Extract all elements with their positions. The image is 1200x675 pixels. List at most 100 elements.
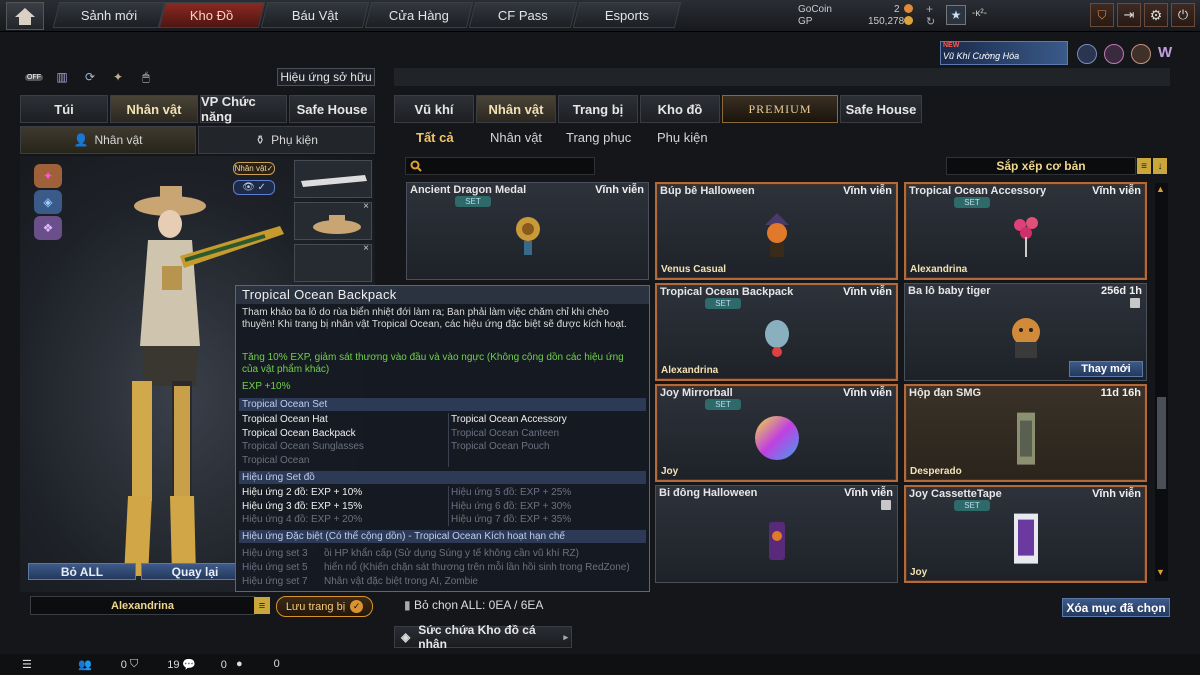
item-scrollbar[interactable]: ▲ ▼: [1155, 183, 1168, 581]
item-card[interactable]: Joy CassetteTape Vĩnh viễn SET Joy: [904, 485, 1147, 583]
item-card[interactable]: Búp bê Halloween Vĩnh viễn Venus Casual: [655, 182, 898, 280]
filter-nhan-vat[interactable]: Nhân vật: [490, 130, 542, 145]
rank-star-icon[interactable]: ★: [946, 5, 966, 25]
promo-banner[interactable]: NEW Vũ Khí Cường Hóa: [940, 41, 1068, 65]
left-tab-nhan-vat[interactable]: Nhân vật: [110, 95, 198, 123]
trash-icon[interactable]: [1130, 298, 1140, 308]
add-currency-icon[interactable]: +: [926, 2, 933, 16]
scroll-down-icon[interactable]: ▼: [1156, 567, 1165, 577]
search-input[interactable]: [405, 157, 595, 175]
character-icon: 👤: [73, 133, 89, 147]
clear-selected-button[interactable]: Xóa mục đã chọn: [1062, 598, 1170, 617]
sort-order-icon[interactable]: ↓: [1153, 158, 1167, 174]
toggle-off-icon[interactable]: OFF: [24, 67, 44, 87]
left-tab-safe-house[interactable]: Safe House: [289, 95, 375, 123]
owned-effects-button[interactable]: Hiệu ứng sở hữu: [277, 68, 375, 86]
item-name: Ba lô baby tiger: [908, 285, 991, 297]
set-item: Tropical Ocean Hat: [242, 414, 328, 425]
wolf-emblem-icon[interactable]: ✦: [34, 164, 62, 188]
save-loadout-button[interactable]: Lưu trang bị ✓: [276, 596, 373, 617]
menu-list-icon[interactable]: ☰: [22, 658, 32, 671]
rotate-view-icon[interactable]: ⟳: [80, 67, 100, 87]
nav-tab-kho-do[interactable]: Kho Đồ: [158, 2, 266, 28]
flower-accessory-icon: [1013, 217, 1038, 257]
search-icon: [410, 160, 422, 172]
trash-icon[interactable]: [881, 500, 891, 510]
refresh-icon[interactable]: ↻: [926, 15, 935, 28]
mail-stat[interactable]: ● 0: [236, 658, 280, 670]
filter-trang-phuc[interactable]: Trang phục: [566, 130, 631, 145]
visibility-toggle[interactable]: 👁 ✓: [233, 180, 275, 195]
exit-icon[interactable]: ⇥: [1117, 3, 1141, 27]
list-menu-icon[interactable]: ≡: [254, 597, 270, 614]
right-tab-safe-house[interactable]: Safe House: [840, 95, 922, 123]
power-icon[interactable]: ⏻: [1171, 3, 1195, 27]
left-tab-tui[interactable]: Túi: [20, 95, 108, 123]
nav-tab-bau-vat[interactable]: Báu Vật: [260, 2, 370, 28]
event-icon-3[interactable]: [1131, 44, 1151, 64]
filter-phu-kien[interactable]: Phụ kiện: [657, 130, 708, 145]
nav-tab-sanh-moi[interactable]: Sảnh mới: [52, 2, 166, 28]
sort-list-icon[interactable]: ≡: [1137, 158, 1151, 174]
equip-slot-weapon[interactable]: [294, 160, 372, 198]
subtab-phu-kien[interactable]: ⚱ Phụ kiện: [198, 126, 375, 154]
mouse-icon[interactable]: 🖱: [136, 67, 156, 87]
character-name-field[interactable]: Alexandrina: [30, 596, 255, 615]
nav-tab-esports[interactable]: Esports: [572, 2, 682, 28]
subtab-nhan-vat[interactable]: 👤 Nhân vật: [20, 126, 196, 154]
pose-icon[interactable]: ✦: [108, 67, 128, 87]
item-duration: 11d 16h: [1100, 387, 1141, 399]
clan-stat[interactable]: ⛉ 19: [130, 658, 180, 671]
deselect-all-text[interactable]: ▮ Bỏ chọn ALL: 0EA / 6EA: [404, 598, 543, 612]
reset-all-button[interactable]: Bỏ ALL: [28, 563, 136, 580]
wing-emblem-icon[interactable]: ❖: [34, 216, 62, 240]
item-tooltip: Tropical Ocean Backpack Tham khảo ba lô …: [235, 285, 650, 592]
scroll-up-icon[interactable]: ▲: [1156, 184, 1165, 194]
subtab-label: Phụ kiện: [271, 133, 318, 147]
home-button[interactable]: [6, 2, 44, 30]
item-card[interactable]: Tropical Ocean Backpack Vĩnh viễn SET Al…: [655, 283, 898, 381]
item-card[interactable]: Ba lô baby tiger 256d 1h Thay mới: [904, 283, 1147, 381]
stats-bar-icon[interactable]: ▥: [52, 67, 72, 87]
left-tab-vp-chuc-nang[interactable]: VP Chức năng: [200, 94, 287, 124]
nav-tab-cua-hang[interactable]: Cửa Hàng: [364, 2, 474, 28]
right-tab-premium[interactable]: PREMIUM: [722, 95, 838, 123]
right-tab-vu-khi[interactable]: Vũ khí: [394, 95, 474, 123]
remove-icon[interactable]: ×: [363, 201, 369, 212]
tooltip-description: Tham khảo ba lô do rùa biển nhiệt đới là…: [242, 307, 627, 330]
item-owner: Alexandrina: [910, 264, 968, 275]
event-icon-4[interactable]: W: [1158, 44, 1180, 64]
scroll-thumb[interactable]: [1157, 397, 1166, 489]
special-label: Hiệu ứng set 7: [242, 576, 308, 587]
right-tab-kho-do[interactable]: Kho đồ: [640, 95, 720, 123]
event-icon-2[interactable]: [1104, 44, 1124, 64]
change-button[interactable]: Thay mới: [1069, 361, 1143, 377]
character-check-badge[interactable]: Nhân vật✓: [233, 162, 275, 175]
back-button[interactable]: Quay lại: [141, 563, 249, 580]
item-card[interactable]: Ancient Dragon Medal Vĩnh viễn SET: [406, 182, 649, 280]
sort-dropdown[interactable]: Sắp xếp cơ bản: [946, 157, 1136, 175]
item-duration: Vĩnh viễn: [1092, 185, 1141, 197]
gocoin-icon: [904, 4, 913, 13]
set-item: Tropical Ocean Sunglasses: [242, 441, 364, 452]
effect-line: Hiệu ứng 2 đồ: EXP + 10%: [242, 487, 363, 498]
remove-icon[interactable]: ×: [363, 243, 369, 254]
right-tab-nhan-vat[interactable]: Nhân vật: [476, 95, 556, 123]
item-card[interactable]: Tropical Ocean Accessory Vĩnh viễn SET A…: [904, 182, 1147, 280]
chat-stat[interactable]: 💬 0: [182, 658, 227, 672]
filter-tat-ca[interactable]: Tất cả: [416, 130, 454, 145]
item-card[interactable]: Hộp đạn SMG 11d 16h Desperado: [904, 384, 1147, 482]
item-card[interactable]: Bi đông Halloween Vĩnh viễn: [655, 485, 898, 583]
item-owner: Alexandrina: [661, 365, 719, 376]
nav-tab-cf-pass[interactable]: CF Pass: [468, 2, 578, 28]
item-card[interactable]: Joy Mirrorball Vĩnh viễn SET Joy: [655, 384, 898, 482]
right-tab-trang-bi[interactable]: Trang bị: [558, 95, 638, 123]
inventory-capacity-button[interactable]: ◈ Sức chứa Kho đồ cá nhân ▸: [394, 623, 572, 651]
equip-slot-accessory[interactable]: ×: [294, 243, 372, 282]
clan-shield-icon[interactable]: ⛉: [1090, 3, 1114, 27]
event-icon-1[interactable]: [1077, 44, 1097, 64]
friends-stat[interactable]: 👥 0: [78, 658, 127, 672]
helmet-emblem-icon[interactable]: ◈: [34, 190, 62, 214]
equip-slot-hat[interactable]: ×: [294, 201, 372, 240]
settings-gear-icon[interactable]: ⚙: [1144, 3, 1168, 27]
